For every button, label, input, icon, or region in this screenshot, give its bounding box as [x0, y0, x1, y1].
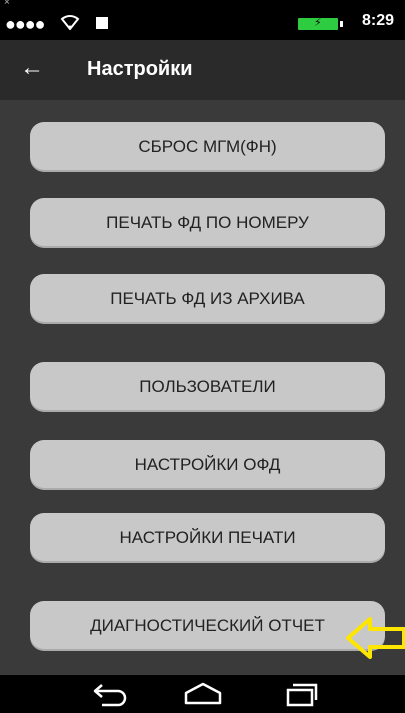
- page-title: Настройки: [87, 58, 193, 80]
- nav-recents-icon[interactable]: [284, 681, 320, 707]
- wifi-icon: [60, 15, 80, 30]
- navigation-bar: [0, 675, 405, 713]
- print-settings-button[interactable]: НАСТРОЙКИ ПЕЧАТИ: [30, 513, 385, 563]
- clock: 8:29: [362, 12, 395, 29]
- users-button[interactable]: ПОЛЬЗОВАТЕЛИ: [30, 362, 385, 412]
- arrow-left-icon[interactable]: ←: [20, 52, 44, 84]
- signal-dots-icon: ●●●●: [5, 14, 45, 34]
- print-fd-from-archive-button[interactable]: ПЕЧАТЬ ФД ИЗ АРХИВА: [30, 274, 385, 324]
- diagnostic-report-button[interactable]: ДИАГНОСТИЧЕСКИЙ ОТЧЕТ: [30, 601, 385, 651]
- nav-back-icon[interactable]: [92, 681, 128, 707]
- app-bar: ← Настройки: [0, 40, 405, 100]
- charging-bolt-icon: ⚡: [314, 17, 322, 29]
- print-fd-by-number-button[interactable]: ПЕЧАТЬ ФД ПО НОМЕРУ: [30, 198, 385, 248]
- nav-home-icon[interactable]: [183, 681, 223, 707]
- status-bar: × ●●●● ⚡ 8:29: [0, 0, 405, 40]
- yellow-arrow-left-icon: [346, 617, 405, 659]
- battery-tip: [340, 21, 343, 27]
- notification-icon: [96, 17, 108, 29]
- close-icon: ×: [4, 0, 10, 8]
- ofd-settings-button[interactable]: НАСТРОЙКИ ОФД: [30, 440, 385, 490]
- reset-mgm-button[interactable]: СБРОС МГМ(ФН): [30, 122, 385, 172]
- settings-menu: СБРОС МГМ(ФН) ПЕЧАТЬ ФД ПО НОМЕРУ ПЕЧАТЬ…: [0, 100, 405, 665]
